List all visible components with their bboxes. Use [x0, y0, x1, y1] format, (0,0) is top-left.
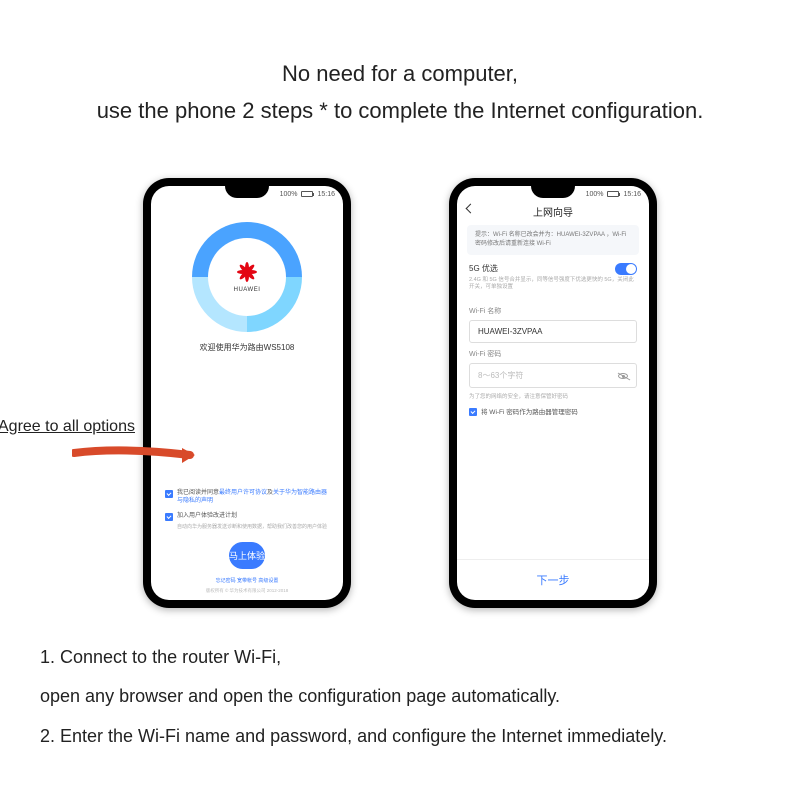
agree1-pre: 我已阅读并同意	[177, 490, 219, 496]
wifi-name-value: HUAWEI-3ZVPAA	[478, 327, 542, 336]
5g-title: 5G 优选	[469, 263, 498, 274]
eula-link[interactable]: 最终用户许可协议	[219, 490, 267, 496]
next-button[interactable]: 下一步	[457, 559, 649, 600]
checkbox-checked-icon[interactable]	[165, 490, 173, 498]
clock-text: 15:16	[623, 191, 641, 198]
agree-row-1[interactable]: 我已阅读并同意最终用户许可协议及关于华为智能路由器与隐私的声明	[165, 489, 329, 506]
notch-icon	[225, 186, 269, 198]
brand-text: HUAWEI	[234, 287, 261, 293]
copyright-text: 版权所有 © 华为技术有限公司 2012-2018	[206, 588, 289, 600]
battery-text: 100%	[280, 191, 298, 198]
headline: No need for a computer, use the phone 2 …	[0, 0, 800, 130]
clock-text: 15:16	[317, 191, 335, 198]
wifi-pwd-field[interactable]: 8～63个字符	[469, 363, 637, 388]
agree-row-2[interactable]: 加入用户体验改进计划	[165, 512, 329, 521]
back-arrow-icon[interactable]	[466, 203, 476, 213]
title-text: 上网向导	[533, 208, 573, 219]
battery-text: 100%	[586, 191, 604, 198]
eye-off-icon[interactable]	[618, 373, 628, 379]
5g-toggle[interactable]	[615, 263, 637, 275]
step-1a: 1. Connect to the router Wi-Fi,	[40, 638, 760, 678]
headline-line2: use the phone 2 steps * to complete the …	[0, 92, 800, 129]
info-banner: 提示：Wi-Fi 名称已改会并为：HUAWEI-3ZVPAA ，Wi-Fi 密码…	[467, 225, 639, 255]
step-2: 2. Enter the Wi-Fi name and password, an…	[40, 717, 760, 757]
welcome-text: 欢迎使用华为路由WS5108	[200, 342, 295, 353]
agree2-text: 加入用户体验改进计划	[177, 512, 237, 520]
phone-left: 100% 15:16	[143, 178, 351, 608]
brand-ring: HUAWEI	[192, 222, 302, 332]
wifi-pwd-placeholder: 8～63个字符	[478, 370, 523, 381]
checkbox-checked-icon[interactable]	[165, 513, 173, 521]
agree2-sub: 自动向华为服务器发送诊断和使用数据，帮助我们改善您的用户体验	[177, 523, 329, 530]
huawei-logo-icon	[235, 260, 259, 284]
instructions: 1. Connect to the router Wi-Fi, open any…	[0, 608, 800, 757]
footer-links[interactable]: 忘记密码 宽带帐号 高级设置	[216, 569, 279, 588]
step-1b: open any browser and open the configurat…	[40, 677, 760, 717]
agree-callout: Agree to all options	[0, 418, 135, 436]
same-pwd-row[interactable]: 将 Wi-Fi 密码作为路由器管理密码	[457, 400, 649, 416]
5g-section: 5G 优选 2.4G 和 5G 信号合并显示，同等信号强度下优选更快的 5G，关…	[457, 263, 649, 292]
wifi-name-field[interactable]: HUAWEI-3ZVPAA	[469, 320, 637, 343]
5g-desc: 2.4G 和 5G 信号合并显示，同等信号强度下优选更快的 5G，关闭此开关，可…	[469, 277, 637, 292]
battery-icon	[301, 191, 313, 197]
wifi-pwd-label: Wi-Fi 密码	[457, 349, 649, 359]
page-title: 上网向导	[457, 200, 649, 225]
pwd-hint: 为了您的网络的安全，请注意保管好密码	[457, 388, 649, 400]
checkbox-checked-icon[interactable]	[469, 408, 477, 416]
arrow-swoosh-icon	[72, 445, 197, 467]
phones-row: 100% 15:16	[0, 178, 800, 608]
battery-icon	[607, 191, 619, 197]
wifi-name-label: Wi-Fi 名称	[457, 306, 649, 316]
phone-right: 100% 15:16 上网向导 提示：Wi-Fi 名称已改会并为：HUAWEI-…	[449, 178, 657, 608]
headline-line1: No need for a computer,	[0, 55, 800, 92]
start-button[interactable]: 马上体验	[229, 542, 265, 569]
notch-icon	[531, 186, 575, 198]
same-pwd-text: 将 Wi-Fi 密码作为路由器管理密码	[481, 406, 578, 416]
